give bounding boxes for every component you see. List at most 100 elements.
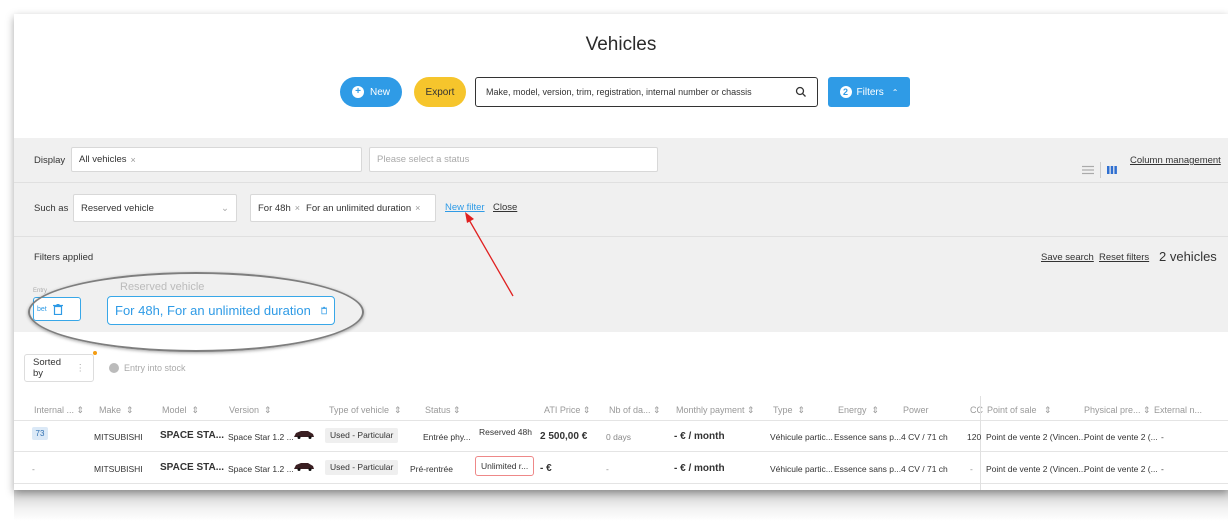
more-icon: ⋮ — [75, 362, 86, 374]
divider — [1100, 162, 1101, 178]
such-as-select[interactable]: Reserved vehicle ⌄ — [73, 194, 237, 222]
cell-type: Véhicule partic... — [770, 464, 833, 474]
car-thumbnail-icon — [294, 463, 314, 471]
divider — [14, 483, 1228, 484]
entry-into-stock-sort[interactable]: Entry into stock — [109, 363, 186, 373]
cell-version: Space Star 1.2 ... — [228, 432, 294, 442]
reservation-chip: Unlimited r... — [475, 456, 535, 476]
cell-cc: - — [970, 464, 973, 474]
search-icon[interactable] — [795, 86, 807, 98]
cell-model: SPACE STA... — [160, 430, 225, 441]
cell-model: SPACE STA... — [160, 462, 225, 473]
search-input[interactable]: Make, model, version, trim, registration… — [475, 77, 818, 107]
column-header[interactable]: Internal ... ⇕ — [34, 405, 84, 416]
cell-ati-price: 2 500,00 € — [540, 431, 588, 442]
new-button[interactable]: + New — [340, 77, 402, 107]
duration-tag-label: For an unlimited duration — [306, 202, 412, 214]
column-header[interactable]: ATI Price ⇕ — [544, 405, 590, 416]
annotation-arrow — [465, 212, 514, 297]
display-tag-label: All vehicles — [79, 154, 127, 165]
cell-make: MITSUBISHI — [94, 432, 143, 442]
cell-monthly-payment: - € / month — [674, 431, 725, 442]
column-header[interactable]: Power — [903, 405, 929, 415]
duration-tag: For 48h × — [258, 203, 300, 214]
cell-external-number: - — [1161, 464, 1164, 474]
reset-filters-link[interactable]: Reset filters — [1099, 252, 1149, 263]
cell-power: 4 CV / 71 ch — [901, 432, 948, 442]
column-header[interactable]: Point of sale ⇕ — [987, 405, 1052, 416]
column-header[interactable]: Status ⇕ — [425, 405, 461, 416]
divider — [14, 182, 1228, 183]
column-header[interactable]: Version ⇕ — [229, 405, 272, 416]
car-thumbnail-icon — [294, 431, 314, 439]
column-header[interactable]: Nb of da... ⇕ — [609, 405, 661, 416]
page-bottom-shadow — [14, 490, 1228, 521]
cell-version: Space Star 1.2 ... — [228, 464, 294, 474]
indicator-dot — [93, 351, 97, 355]
internal-number-badge[interactable]: 73 — [32, 427, 48, 440]
cell-cc: 120 — [967, 432, 982, 442]
duration-tag: For an unlimited duration × — [306, 203, 420, 214]
close-icon[interactable]: × — [295, 203, 300, 213]
sort-select[interactable]: Sorted by ⋮ — [24, 354, 94, 382]
result-count: 2 vehicles — [1159, 249, 1217, 264]
display-select[interactable]: All vehicles × — [71, 147, 362, 172]
column-header[interactable]: CC — [970, 405, 983, 415]
close-icon[interactable]: × — [415, 203, 420, 213]
view-toggle — [1082, 162, 1117, 178]
export-button[interactable]: Export — [414, 77, 466, 107]
type-of-vehicle-chip: Used - Particular — [325, 460, 399, 475]
cell-point-of-sale: Point de vente 2 (Vincen... — [986, 464, 1086, 474]
cell-type: Véhicule partic... — [770, 432, 833, 442]
divider — [14, 451, 1228, 452]
column-header[interactable]: Physical pre... ⇕ — [1084, 405, 1151, 416]
column-view-icon[interactable] — [1107, 165, 1117, 175]
cell-point-of-sale: Point de vente 2 (Vincen... — [986, 432, 1086, 442]
cell-status: Entrée phy... — [423, 432, 471, 442]
column-header[interactable]: Energy ⇕ — [838, 405, 879, 416]
type-of-vehicle-chip: Used - Particular — [325, 428, 399, 443]
cell-power: 4 CV / 71 ch — [901, 464, 948, 474]
highlight-ellipse — [28, 272, 364, 352]
sorted-by-label: Sorted by — [33, 357, 61, 379]
column-header[interactable]: Model ⇕ — [162, 405, 199, 416]
reservation-chip: Reserved 48h — [479, 427, 532, 437]
cell-status: Pré-rentrée — [410, 464, 453, 474]
such-as-label: Such as — [34, 203, 69, 214]
cell-days: 0 days — [606, 432, 632, 442]
column-header[interactable]: Monthly payment ⇕ — [676, 405, 755, 416]
column-header[interactable]: Make ⇕ — [99, 405, 134, 416]
filters-applied-label: Filters applied — [34, 252, 94, 263]
list-view-icon[interactable] — [1082, 165, 1094, 175]
save-search-link[interactable]: Save search — [1041, 252, 1094, 263]
duration-tag-label: For 48h — [258, 202, 291, 214]
cell-energy: Essence sans p... — [834, 432, 902, 442]
status-select[interactable]: Please select a status — [369, 147, 658, 172]
column-header[interactable]: External n... — [1154, 405, 1202, 415]
divider — [14, 420, 1228, 421]
plus-icon: + — [351, 86, 364, 98]
such-as-value: Reserved vehicle — [81, 202, 154, 214]
column-header[interactable]: Type ⇕ — [773, 405, 805, 416]
cell-make: MITSUBISHI — [94, 464, 143, 474]
chevron-down-icon: ⌄ — [221, 202, 229, 214]
cell-external-number: - — [1161, 432, 1164, 442]
column-header[interactable]: Type of vehicle ⇕ — [329, 405, 402, 416]
close-icon[interactable]: × — [131, 155, 136, 165]
filters-button-label: Filters — [856, 86, 884, 98]
duration-select[interactable]: For 48h × For an unlimited duration × — [250, 194, 436, 222]
filters-count-badge: 2 — [839, 86, 852, 98]
column-divider — [980, 396, 981, 490]
column-management-link[interactable]: Column management — [1130, 155, 1221, 166]
cell-ati-price: - € — [540, 463, 552, 474]
display-label: Display — [34, 155, 66, 166]
cell-physical-presence: Point de vente 2 (... — [1084, 432, 1158, 442]
cell-days: - — [606, 464, 609, 474]
filters-button[interactable]: 2 Filters ⌃ — [828, 77, 910, 107]
chevron-up-icon: ⌃ — [891, 87, 899, 97]
display-tag: All vehicles × — [79, 154, 136, 165]
vehicles-page: Vehicles + New Export Make, model, versi… — [14, 14, 1228, 490]
cell-monthly-payment: - € / month — [674, 463, 725, 474]
cell-internal-number: - — [32, 464, 35, 474]
cell-energy: Essence sans p... — [834, 464, 902, 474]
